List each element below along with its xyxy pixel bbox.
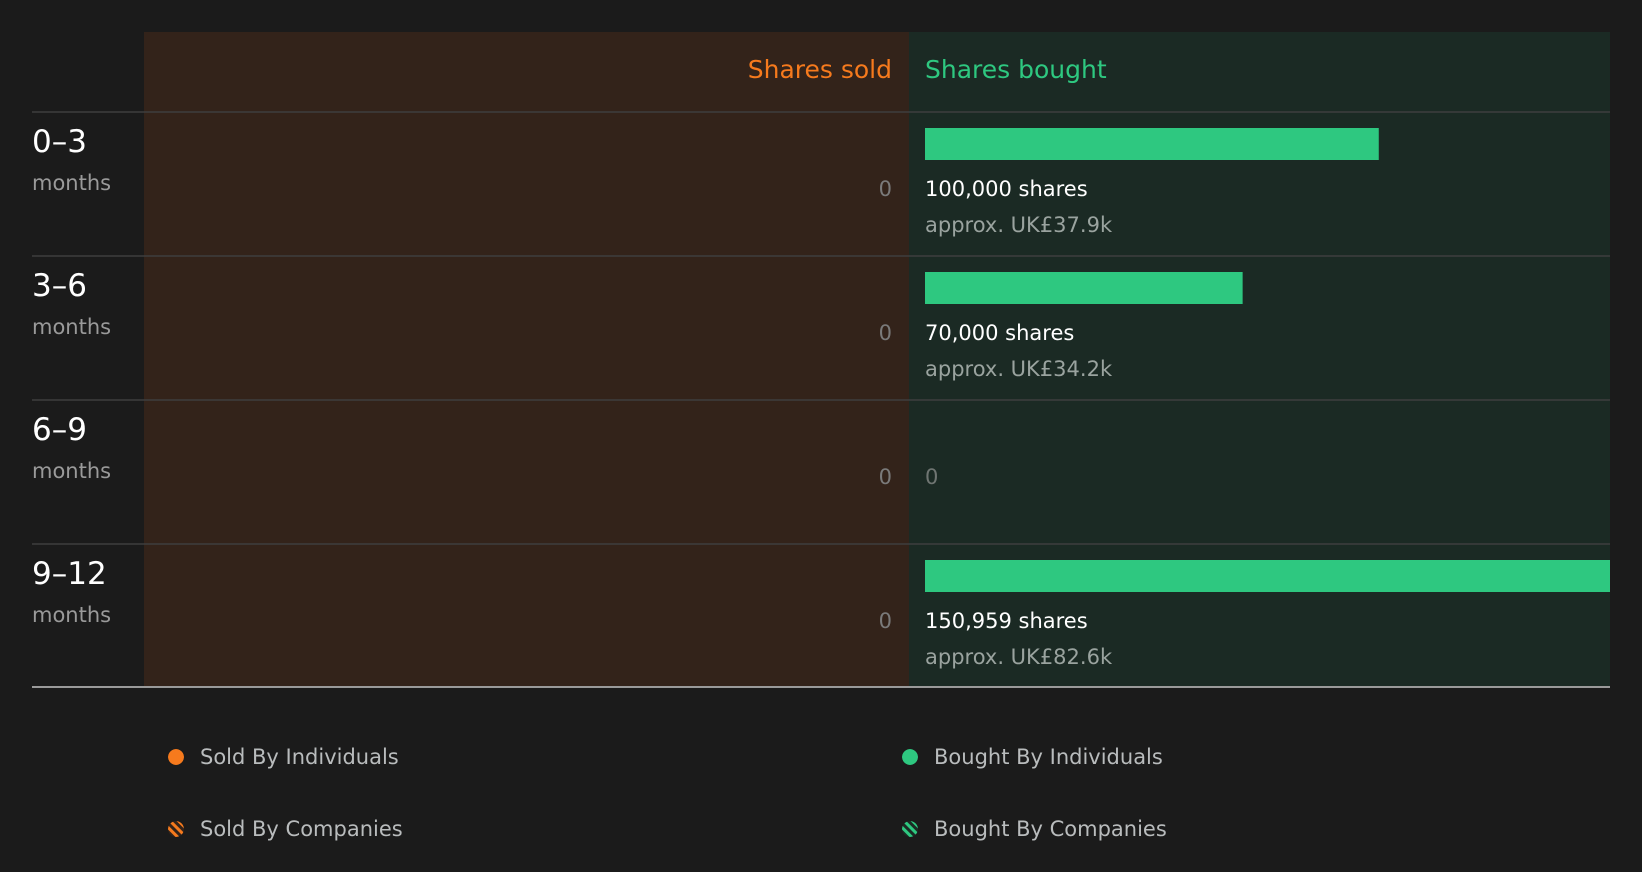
- legend-item-sold-companies: Sold By Companies: [168, 814, 403, 844]
- bought-bar: [925, 128, 1379, 160]
- sold-value-label: 0: [879, 609, 892, 633]
- sold-value-label: 0: [879, 177, 892, 201]
- sold-value-label: 0: [879, 321, 892, 345]
- bought-shares-label: 100,000 shares: [925, 177, 1088, 201]
- legend-label: Sold By Individuals: [200, 745, 399, 769]
- legend-dot-bought-companies: [902, 821, 918, 837]
- bought-value-label: approx. UK£34.2k: [925, 357, 1113, 381]
- row-unit-label: months: [32, 603, 111, 627]
- legend-item-bought-companies: Bought By Companies: [902, 814, 1167, 844]
- bought-bar: [925, 272, 1243, 304]
- bought-shares-label: 150,959 shares: [925, 609, 1088, 633]
- chart-legend: Sold By Individuals Bought By Individual…: [0, 710, 1642, 872]
- legend-label: Sold By Companies: [200, 817, 403, 841]
- bought-value-label: approx. UK£82.6k: [925, 645, 1113, 669]
- legend-dot-bought-individuals: [902, 749, 918, 765]
- row-period-label: 0–3: [32, 124, 87, 160]
- row-unit-label: months: [32, 171, 111, 195]
- legend-dot-sold-individuals: [168, 749, 184, 765]
- legend-item-sold-individuals: Sold By Individuals: [168, 742, 399, 772]
- sold-header: Shares sold: [748, 55, 892, 84]
- legend-label: Bought By Individuals: [934, 745, 1163, 769]
- row-period-label: 9–12: [32, 556, 107, 592]
- insider-trading-chart: Shares sold Shares bought 0–3 months 0 100,…: [32, 32, 1610, 688]
- bought-zero-label: 0: [925, 465, 938, 489]
- row-period-label: 3–6: [32, 268, 87, 304]
- legend-label: Bought By Companies: [934, 817, 1167, 841]
- row-period-label: 6–9: [32, 412, 87, 448]
- bought-bar: [925, 560, 1610, 592]
- sold-panel-background: [144, 32, 909, 687]
- bought-value-label: approx. UK£37.9k: [925, 213, 1113, 237]
- legend-dot-sold-companies: [168, 821, 184, 837]
- row-unit-label: months: [32, 459, 111, 483]
- sold-value-label: 0: [879, 465, 892, 489]
- bought-header: Shares bought: [925, 55, 1107, 84]
- bought-shares-label: 70,000 shares: [925, 321, 1074, 345]
- legend-item-bought-individuals: Bought By Individuals: [902, 742, 1163, 772]
- row-unit-label: months: [32, 315, 111, 339]
